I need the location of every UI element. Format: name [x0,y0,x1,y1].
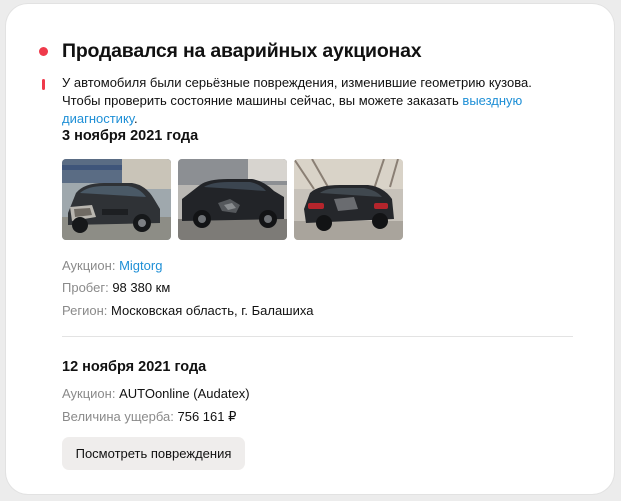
mileage-row: Пробег: 98 380 км [62,279,170,297]
auction-label: Аукцион: [62,386,116,401]
damaged-car-front-photo[interactable] [62,159,171,240]
auction-value: AUTOonline (Audatex) [119,386,250,401]
auction-row: Аукцион: AUTOonline (Audatex) [62,385,250,403]
notice-marker-icon [42,79,45,90]
damage-amount-label: Величина ущерба: [62,409,174,424]
damage-amount-value: 756 161 ₽ [177,409,237,424]
damage-notice: У автомобиля были серьёзные повреждения,… [42,74,572,128]
divider [62,336,573,337]
damage-photo-gallery [62,159,403,240]
mileage-value: 98 380 км [112,280,171,295]
auction-date: 12 ноября 2021 года [62,359,207,375]
damaged-car-side-photo[interactable] [178,159,287,240]
damage-amount-row: Величина ущерба: 756 161 ₽ [62,408,236,426]
section-title: Продавался на аварийных аукционах [62,40,422,62]
region-row: Регион: Московская область, г. Балашиха [62,302,313,320]
view-damage-button[interactable]: Посмотреть повреждения [62,437,245,470]
region-value: Московская область, г. Балашиха [110,303,314,318]
mileage-label: Пробег: [62,280,109,295]
section-header: Продавался на аварийных аукционах [39,40,422,63]
notice-text-end: . [133,111,138,126]
auction-row: Аукцион: Migtorg [62,257,162,275]
auction-date: 3 ноября 2021 года [62,128,199,144]
status-dot-icon [39,47,48,56]
auction-label: Аукцион: [62,258,116,273]
auction-history-card: Продавался на аварийных аукционах У авто… [6,4,614,494]
region-label: Регион: [62,303,108,318]
auction-link-migtorg[interactable]: Migtorg [119,258,162,273]
notice-text: У автомобиля были серьёзные повреждения,… [62,74,572,128]
damaged-car-rear-photo[interactable] [294,159,403,240]
